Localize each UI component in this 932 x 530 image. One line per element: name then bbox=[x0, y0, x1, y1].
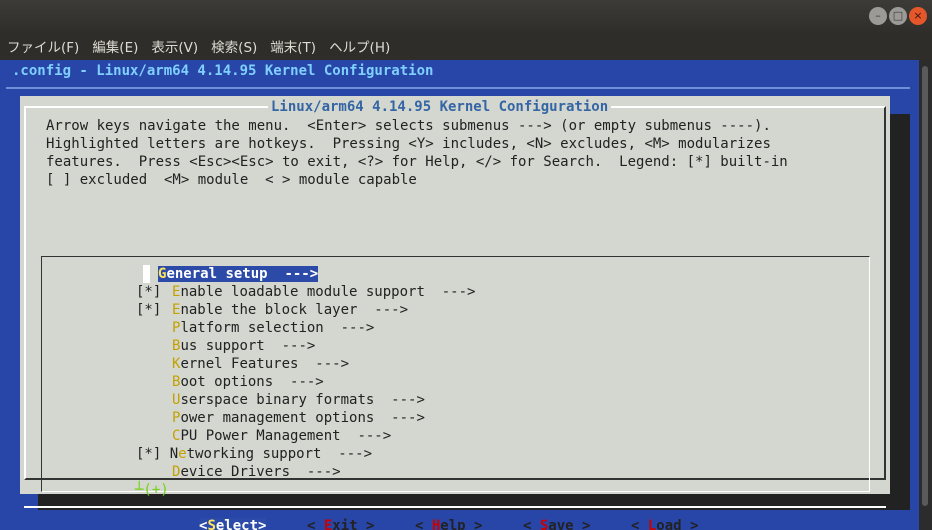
menu-item-general-setup[interactable]: General setup ---> bbox=[136, 265, 319, 283]
help-line-4: [ ] excluded <M> module < > module capab… bbox=[46, 172, 417, 188]
button-label: elect> bbox=[215, 518, 267, 530]
menu-help[interactable]: ヘルプ(H) bbox=[329, 36, 390, 56]
menu-item-label: oot options ---> bbox=[180, 374, 324, 390]
button-label: elp > bbox=[440, 518, 483, 530]
minimize-button[interactable]: – bbox=[869, 7, 887, 25]
menu-item-bus-support[interactable]: Bus support ---> bbox=[136, 337, 315, 355]
menu-item-mark: [*] bbox=[136, 284, 162, 300]
menu-item-label: us support ---> bbox=[180, 338, 316, 354]
window-titlebar: – □ × bbox=[0, 0, 932, 32]
menu-view[interactable]: 表示(V) bbox=[151, 36, 198, 56]
maximize-button[interactable]: □ bbox=[889, 7, 907, 25]
menu-item-label: tworking support ---> bbox=[186, 446, 373, 462]
menu-file[interactable]: ファイル(F) bbox=[7, 36, 79, 56]
button-separator bbox=[24, 506, 886, 508]
menu-item-label: latform selection ---> bbox=[180, 320, 375, 336]
menu-terminal[interactable]: 端末(T) bbox=[270, 36, 316, 56]
button-label: ave > bbox=[548, 518, 591, 530]
menu-item-boot-options[interactable]: Boot options ---> bbox=[136, 373, 324, 391]
terminal-area[interactable]: .config - Linux/arm64 4.14.95 Kernel Con… bbox=[0, 60, 932, 530]
menu-item-label: PU Power Management ---> bbox=[180, 428, 392, 444]
hotkey-letter: e bbox=[178, 446, 187, 462]
menu-item-userspace-binary-formats[interactable]: Userspace binary formats ---> bbox=[136, 391, 425, 409]
button-bracket: < bbox=[523, 518, 540, 530]
kconfig-dialog: Linux/arm64 4.14.95 Kernel Configuration… bbox=[20, 96, 890, 530]
help-line-3: features. Press <Esc><Esc> to exit, <?> … bbox=[46, 154, 788, 170]
scrollbar-thumb[interactable] bbox=[922, 66, 928, 506]
close-button[interactable]: × bbox=[909, 7, 927, 25]
title-rule bbox=[6, 87, 910, 89]
menu-item-block-layer[interactable]: [*] Enable the block layer ---> bbox=[136, 301, 408, 319]
dialog-title: Linux/arm64 4.14.95 Kernel Configuration bbox=[268, 99, 612, 115]
menu-item-label: serspace binary formats ---> bbox=[180, 392, 425, 408]
menu-item-label: ernel Features ---> bbox=[180, 356, 350, 372]
exit-button[interactable]: < Exit > bbox=[307, 518, 374, 530]
button-label: oad > bbox=[656, 518, 699, 530]
menu-item-label: eneral setup ---> bbox=[166, 266, 319, 282]
terminal-scrollbar[interactable] bbox=[919, 60, 932, 530]
terminal-title: .config - Linux/arm64 4.14.95 Kernel Con… bbox=[12, 63, 434, 79]
menu-bar: ファイル(F) 編集(E) 表示(V) 検索(S) 端末(T) ヘルプ(H) bbox=[0, 32, 932, 60]
button-bracket: < bbox=[415, 518, 432, 530]
menu-item-label: nable the block layer ---> bbox=[180, 302, 409, 318]
menu-item-label: evice Drivers ---> bbox=[180, 464, 341, 480]
menu-item-platform-selection[interactable]: Platform selection ---> bbox=[136, 319, 374, 337]
help-line-1: Arrow keys navigate the menu. <Enter> se… bbox=[46, 118, 771, 134]
selected-entry: General setup ---> bbox=[158, 266, 319, 282]
help-line-2: Highlighted letters are hotkeys. Pressin… bbox=[46, 136, 771, 152]
menu-item-networking-support[interactable]: [*] Networking support ---> bbox=[136, 445, 372, 463]
menu-item-kernel-features[interactable]: Kernel Features ---> bbox=[136, 355, 349, 373]
select-button[interactable]: <Select> bbox=[199, 518, 267, 530]
button-bracket: < bbox=[631, 518, 648, 530]
help-button[interactable]: < Help > bbox=[415, 518, 482, 530]
text-cursor bbox=[143, 265, 150, 283]
menu-item-label: nable loadable module support ---> bbox=[180, 284, 476, 300]
button-label: xit > bbox=[332, 518, 375, 530]
load-button[interactable]: < Load > bbox=[631, 518, 698, 530]
more-items-indicator: ┴(+) bbox=[135, 482, 169, 498]
menu-item-cpu-power-management[interactable]: CPU Power Management ---> bbox=[136, 427, 391, 445]
save-button[interactable]: < Save > bbox=[523, 518, 590, 530]
menu-item-mark: [*] N bbox=[136, 446, 179, 462]
menu-item-loadable-modules[interactable]: [*] Enable loadable module support ---> bbox=[136, 283, 475, 301]
menu-item-mark: [*] bbox=[136, 302, 162, 318]
menu-edit[interactable]: 編集(E) bbox=[92, 36, 138, 56]
button-bracket: < bbox=[307, 518, 324, 530]
menu-search[interactable]: 検索(S) bbox=[211, 36, 257, 56]
menu-item-power-management[interactable]: Power management options ---> bbox=[136, 409, 425, 427]
hotkey-letter: S bbox=[207, 518, 216, 530]
menu-item-label: ower management options ---> bbox=[180, 410, 425, 426]
menu-item-device-drivers[interactable]: Device Drivers ---> bbox=[136, 463, 341, 481]
